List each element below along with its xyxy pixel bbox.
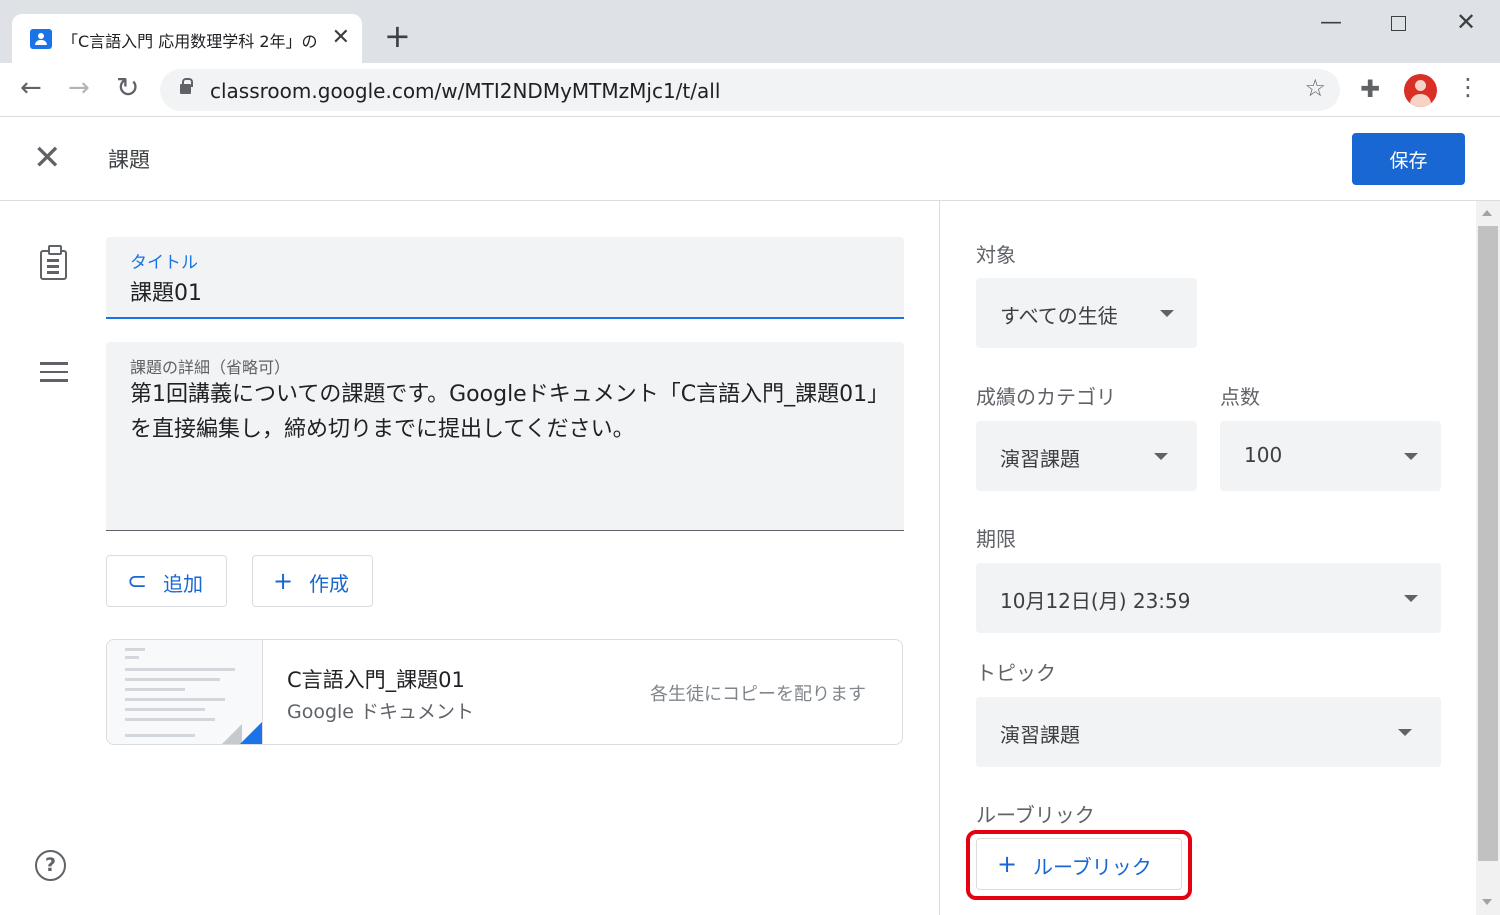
target-select[interactable]: すべての生徒 — [976, 278, 1197, 348]
title-label: タイトル — [130, 253, 198, 273]
chevron-down-icon — [1404, 453, 1418, 460]
grade-category-select[interactable]: 演習課題 — [976, 421, 1197, 491]
attachment-type: Google ドキュメント — [287, 701, 475, 723]
scrollbar[interactable] — [1476, 201, 1500, 915]
chevron-down-icon — [1160, 310, 1174, 317]
grade-category-label: 成績のカテゴリ — [976, 385, 1116, 409]
attachment-title[interactable]: C言語入門_課題01 — [287, 664, 465, 694]
rubric-label: ルーブリック — [976, 803, 1095, 827]
add-button-label: 追加 — [163, 572, 203, 596]
chevron-down-icon — [1154, 453, 1168, 460]
window-close-button[interactable]: ✕ — [1456, 8, 1476, 36]
tab-close-icon[interactable]: ✕ — [332, 25, 350, 50]
back-icon[interactable]: ← — [20, 73, 42, 103]
tab-title: 「C言語入門 応用数理学科 2年」の — [62, 32, 318, 51]
clipboard-icon — [40, 245, 67, 280]
description-lines-icon — [40, 362, 68, 388]
docs-corner-icon — [238, 722, 262, 744]
target-value: すべての生徒 — [1000, 304, 1118, 328]
save-button[interactable]: 保存 — [1352, 133, 1465, 185]
plus-icon: + — [273, 567, 294, 595]
scroll-down-icon[interactable] — [1482, 899, 1492, 905]
url-text[interactable]: classroom.google.com/w/MTI2NDMyMTMzMjc1/… — [210, 79, 720, 103]
menu-icon[interactable]: ⋮ — [1456, 73, 1480, 101]
scroll-thumb[interactable] — [1478, 226, 1498, 861]
due-select[interactable]: 10月12日(月) 23:59 — [976, 563, 1441, 633]
target-label: 対象 — [976, 243, 1016, 267]
reload-icon[interactable]: ↻ — [116, 71, 139, 104]
topic-label: トピック — [976, 661, 1056, 685]
plus-icon: + — [997, 850, 1018, 878]
forward-icon[interactable]: → — [68, 73, 90, 103]
new-tab-button[interactable]: + — [384, 20, 411, 52]
add-rubric-button[interactable]: + ルーブリック — [976, 838, 1182, 890]
chevron-down-icon — [1398, 729, 1412, 736]
scroll-up-icon[interactable] — [1482, 210, 1492, 216]
grade-category-value: 演習課題 — [1000, 447, 1080, 471]
create-button-label: 作成 — [309, 572, 349, 596]
attachment-card[interactable]: C言語入門_課題01 Google ドキュメント 各生徒にコピーを配ります — [106, 639, 903, 745]
due-value: 10月12日(月) 23:59 — [1000, 589, 1191, 613]
points-label: 点数 — [1220, 385, 1260, 409]
page-title: 課題 — [108, 148, 150, 172]
details-input[interactable]: 第1回講義についての課題です。Googleドキュメント「C言語入門_課題01」を… — [130, 377, 880, 447]
extensions-icon[interactable]: ✚ — [1360, 75, 1380, 103]
classroom-favicon-icon — [30, 29, 52, 49]
details-field[interactable]: 課題の詳細（省略可） 第1回講義についての課題です。Googleドキュメント「C… — [106, 342, 904, 531]
settings-panel: 対象 すべての生徒 成績のカテゴリ 点数 演習課題 100 期限 10月12日(… — [939, 201, 1476, 915]
star-icon[interactable]: ☆ — [1304, 74, 1326, 102]
title-field[interactable]: タイトル 課題01 — [106, 237, 904, 319]
points-value: 100 — [1244, 443, 1283, 467]
topic-value: 演習課題 — [1000, 723, 1080, 747]
points-select[interactable]: 100 — [1220, 421, 1441, 491]
browser-chrome: 「C言語入門 応用数理学科 2年」の ✕ + — ✕ ← → ↻ classro… — [0, 0, 1500, 117]
help-icon[interactable]: ? — [35, 850, 66, 881]
profile-avatar[interactable] — [1404, 74, 1437, 107]
lock-icon[interactable] — [180, 78, 193, 94]
browser-tab[interactable]: 「C言語入門 応用数理学科 2年」の ✕ — [12, 14, 362, 63]
due-label: 期限 — [976, 527, 1016, 551]
close-icon[interactable]: ✕ — [33, 138, 62, 178]
app-header: ✕ 課題 保存 — [0, 118, 1500, 201]
topic-select[interactable]: 演習課題 — [976, 697, 1441, 767]
chevron-down-icon — [1404, 595, 1418, 602]
attachment-mode-select[interactable]: 各生徒にコピーを配ります — [650, 680, 866, 706]
rubric-button-label: ルーブリック — [1033, 855, 1152, 879]
paperclip-icon: ⊂ — [127, 567, 148, 595]
create-button[interactable]: + 作成 — [252, 555, 373, 607]
add-attachment-button[interactable]: ⊂ 追加 — [106, 555, 227, 607]
document-thumbnail — [107, 640, 263, 744]
address-bar[interactable]: classroom.google.com/w/MTI2NDMyMTMzMjc1/… — [160, 69, 1340, 111]
browser-toolbar: ← → ↻ classroom.google.com/w/MTI2NDMyMTM… — [0, 63, 1500, 117]
window-maximize-button[interactable] — [1391, 16, 1406, 31]
title-input[interactable]: 課題01 — [130, 275, 202, 307]
window-minimize-button[interactable]: — — [1320, 10, 1342, 35]
details-label: 課題の詳細（省略可） — [130, 358, 291, 377]
